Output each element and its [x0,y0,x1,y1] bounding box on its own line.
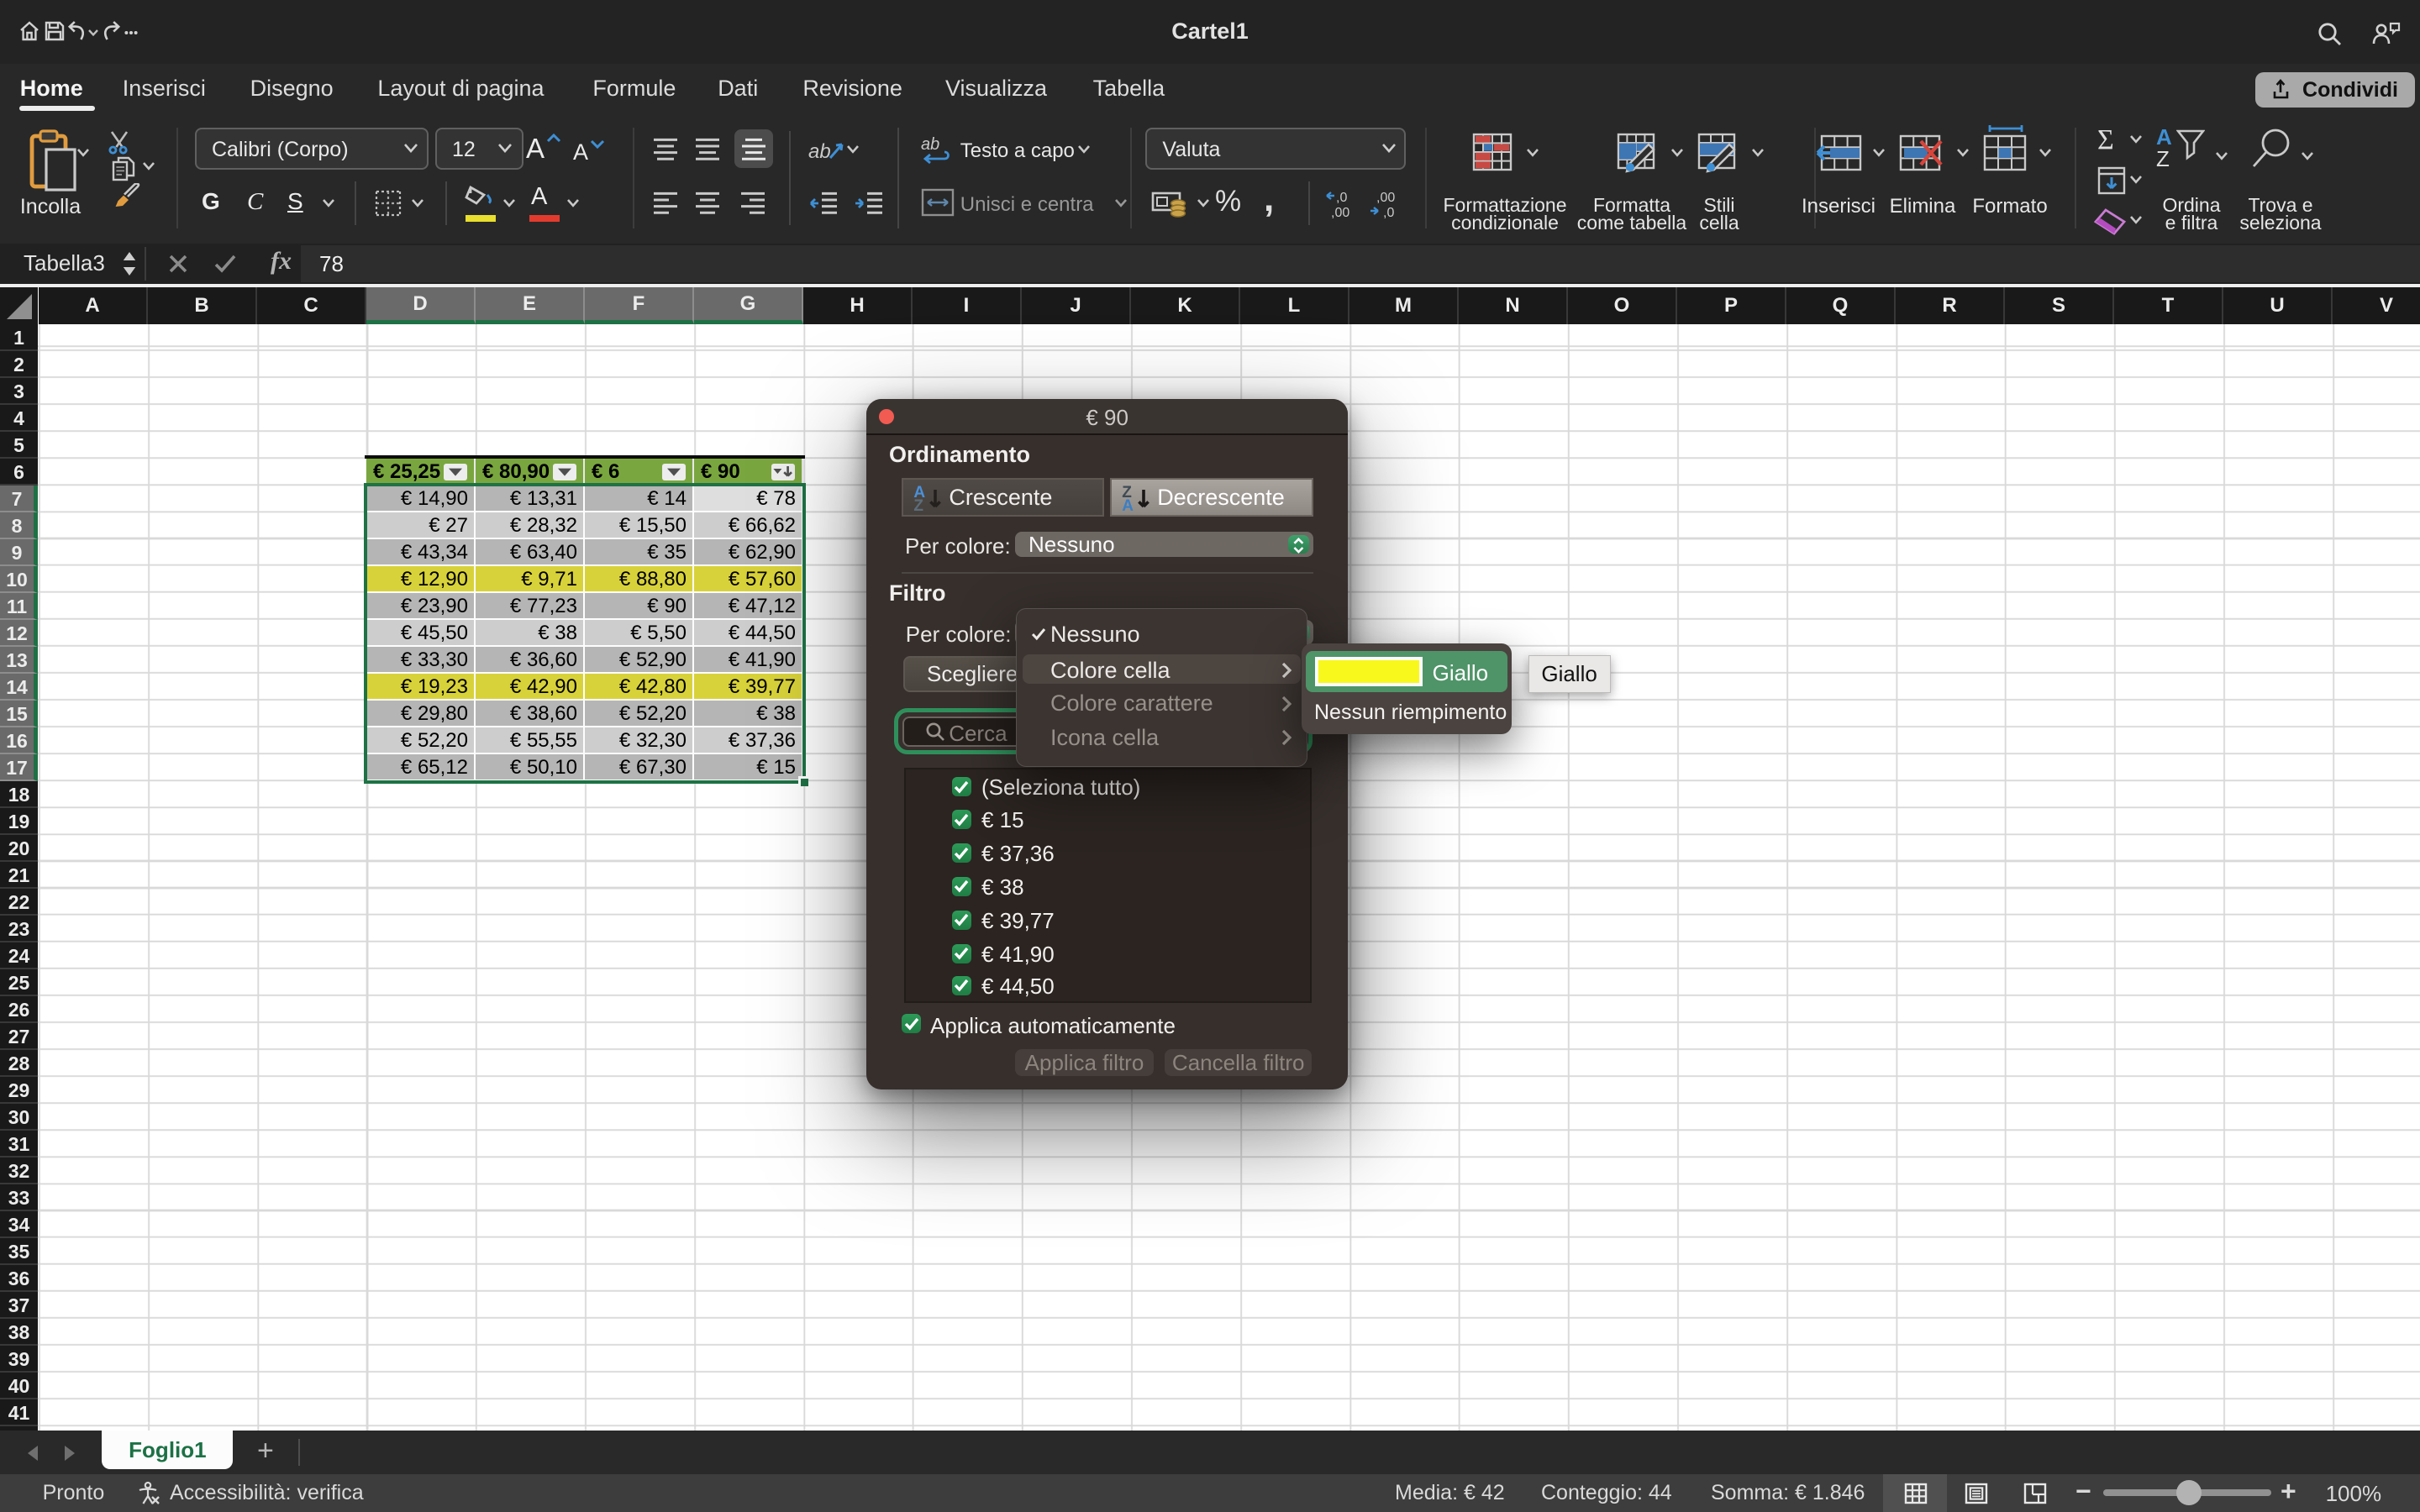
svg-text:ab: ab [921,135,939,154]
svg-text:,0: ,0 [1383,206,1394,218]
svg-text:,00: ,00 [1331,206,1349,218]
svg-text:,00: ,00 [1376,191,1395,205]
svg-text:ab: ab [808,140,831,163]
svg-text:,0: ,0 [1336,191,1347,205]
